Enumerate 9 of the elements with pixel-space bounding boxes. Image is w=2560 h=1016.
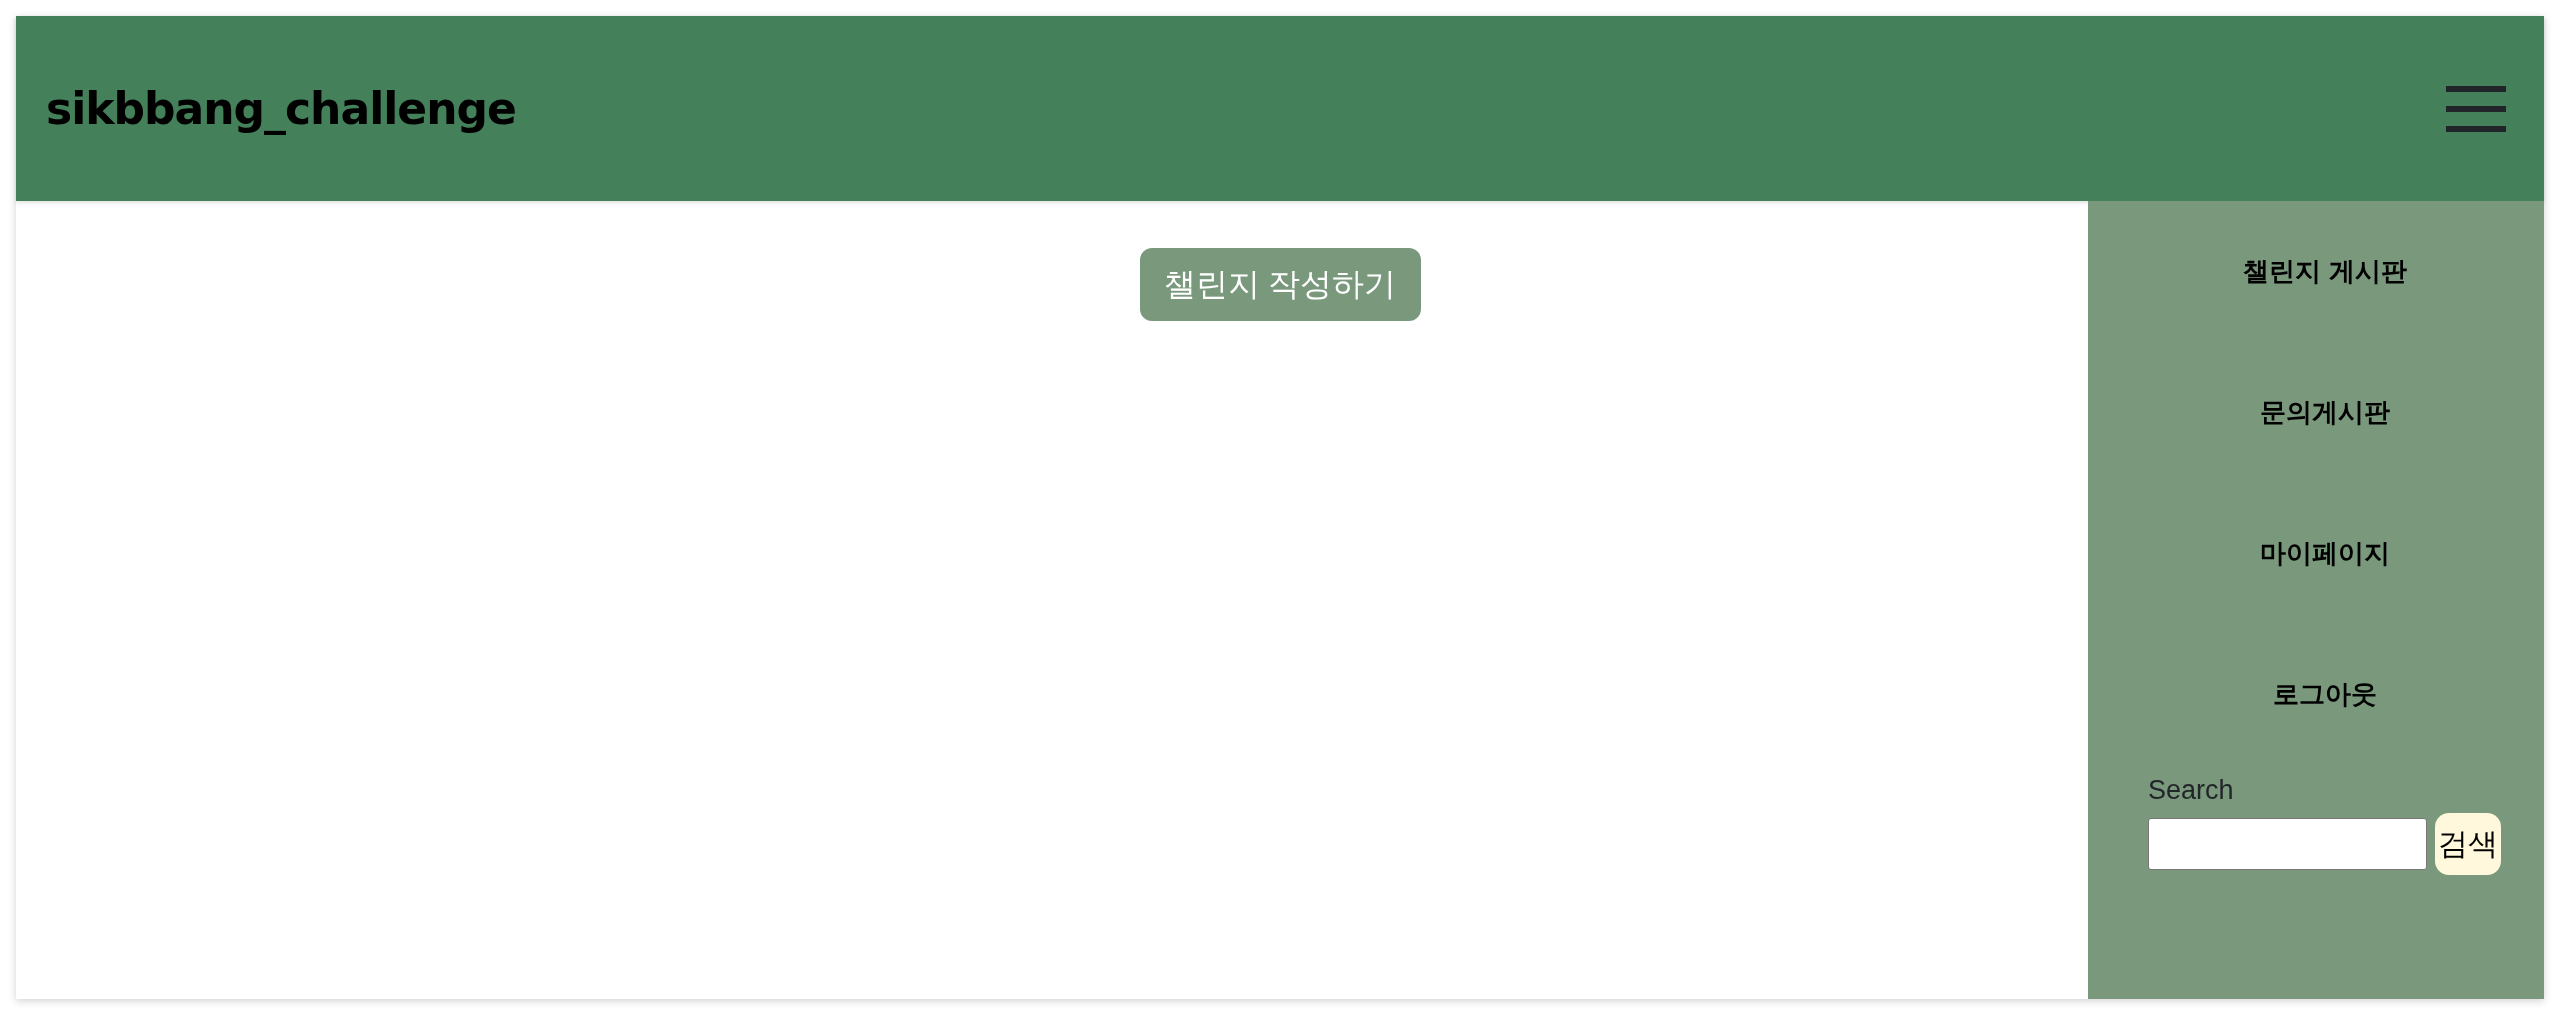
menu-icon[interactable]: [2446, 85, 2506, 132]
sidebar-link[interactable]: 챌린지 게시판: [2243, 251, 2407, 291]
site-title: sikbbang_challenge: [46, 83, 516, 134]
sidebar-link[interactable]: 문의게시판: [2260, 392, 2390, 432]
search-label: Search: [2148, 774, 2234, 806]
sidebar-link[interactable]: 로그아웃: [2273, 674, 2377, 714]
search-button[interactable]: 검색: [2435, 813, 2501, 875]
search-field[interactable]: [2148, 818, 2427, 870]
sidebar-link[interactable]: 마이페이지: [2260, 533, 2390, 573]
